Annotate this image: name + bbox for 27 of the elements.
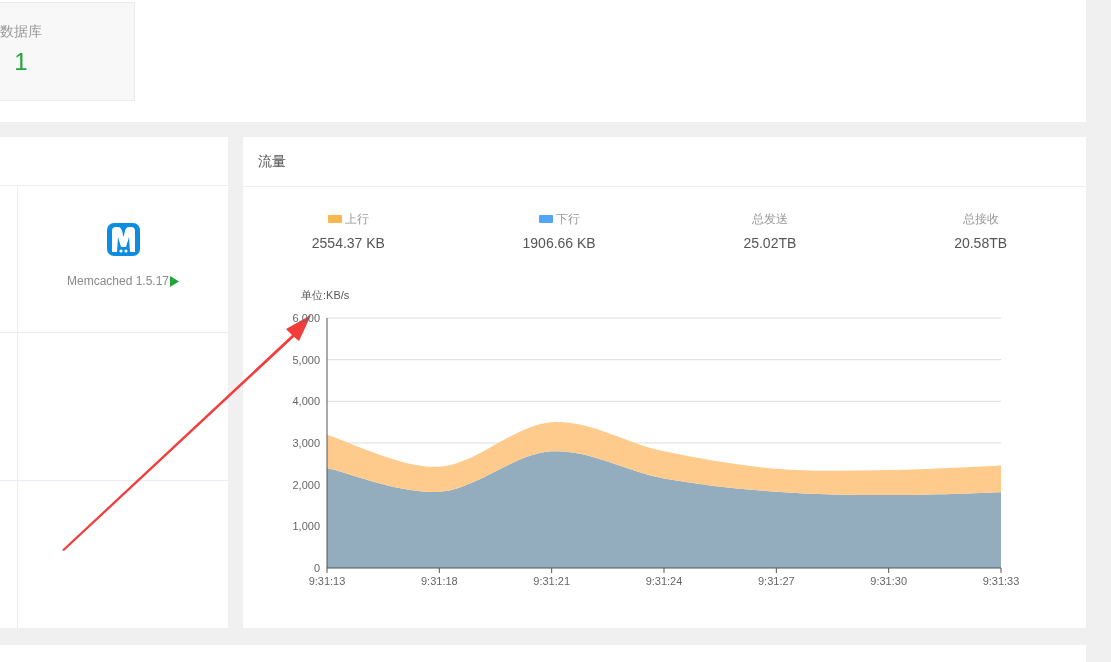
- panel-title: 流量: [258, 152, 286, 171]
- y-tick-label: 3,000: [292, 437, 320, 449]
- stat-label: 下行: [555, 211, 580, 227]
- y-tick-label: 1,000: [292, 520, 320, 533]
- stat-label: 上行: [344, 211, 369, 227]
- stat-value: 1: [14, 47, 28, 77]
- stat-value: 1906.66 KB: [522, 234, 596, 252]
- service-name[interactable]: Memcached 1.5.17: [66, 272, 170, 290]
- stat-label: 总发送: [751, 211, 788, 227]
- x-tick-label: 9:31:33: [982, 575, 1020, 587]
- x-tick-label: 9:31:30: [870, 575, 907, 587]
- stat-value: 20.58TB: [954, 234, 1008, 252]
- y-tick-label: 2,000: [292, 478, 320, 491]
- y-tick-label: 4,000: [292, 395, 320, 408]
- x-tick-label: 9:31:21: [533, 575, 570, 587]
- y-tick-label: 0: [313, 562, 320, 574]
- y-tick-label: 5,000: [292, 353, 320, 366]
- memcached-logo-icon: [106, 223, 140, 256]
- stat-value: 25.02TB: [743, 234, 797, 252]
- stat-value: 2554.37 KB: [311, 234, 385, 252]
- x-tick-label: 9:31:24: [645, 575, 683, 587]
- x-tick-label: 9:31:27: [758, 575, 795, 587]
- x-tick-label: 9:31:13: [308, 575, 346, 587]
- x-tick-label: 9:31:18: [421, 575, 458, 587]
- stat-label: 总接收: [962, 211, 999, 227]
- stat-label: 数据库: [0, 22, 42, 41]
- y-axis-unit: 单位:KB/s: [301, 289, 350, 301]
